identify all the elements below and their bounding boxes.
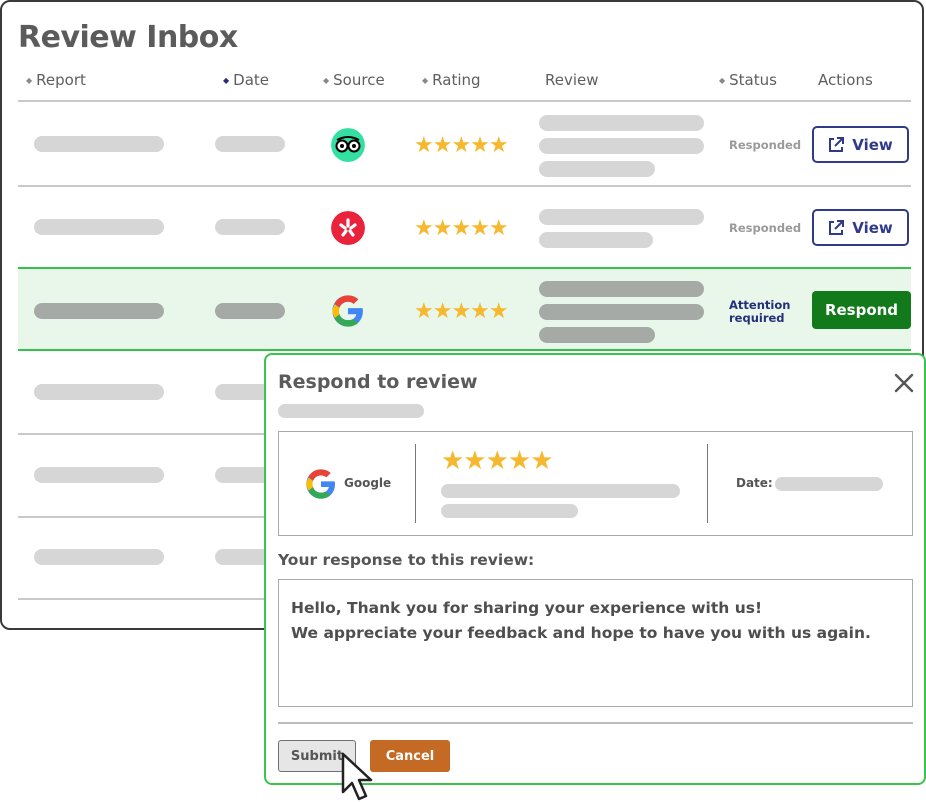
date-placeholder: [775, 477, 883, 491]
view-button[interactable]: View: [812, 209, 909, 246]
respond-button[interactable]: Respond: [812, 291, 911, 329]
tripadvisor-icon: [331, 128, 365, 162]
review-summary-card: Google ★★★★★ Date:: [278, 431, 913, 536]
report-placeholder: [34, 136, 164, 152]
report-placeholder: [34, 549, 164, 565]
sort-icon: ◆: [422, 76, 429, 85]
modal-title: Respond to review: [278, 371, 478, 393]
star-rating: ★★★★★: [414, 133, 509, 158]
date-placeholder: [215, 303, 285, 319]
review-placeholder: [539, 115, 704, 131]
google-icon: [306, 469, 335, 499]
subtitle-placeholder: [278, 404, 424, 418]
page-title: Review Inbox: [18, 20, 238, 55]
table-row: ★★★★★ Responded View: [18, 103, 911, 185]
report-placeholder: [34, 219, 164, 235]
response-textarea[interactable]: Hello, Thank you for sharing your experi…: [278, 579, 913, 707]
response-label: Your response to this review:: [278, 551, 535, 569]
respond-modal: Respond to review Google ★★★★★ Date: You…: [264, 353, 926, 785]
card-divider: [415, 444, 416, 523]
close-icon[interactable]: [892, 371, 916, 395]
review-placeholder: [441, 484, 680, 498]
review-placeholder: [539, 304, 704, 320]
header-divider: [18, 100, 911, 102]
report-placeholder: [34, 384, 164, 400]
yelp-icon: [331, 211, 365, 245]
review-placeholder: [539, 281, 704, 297]
sort-icon: ◆: [26, 76, 33, 85]
report-placeholder: [34, 467, 164, 483]
mouse-pointer-icon: [341, 752, 373, 801]
modal-divider: [278, 722, 913, 724]
status-badge: Responded: [729, 221, 802, 235]
sort-icon: ◆: [323, 76, 330, 85]
view-button[interactable]: View: [812, 126, 909, 163]
external-link-icon: [829, 219, 845, 235]
table-row-highlighted: ★★★★★ Attention required Respond: [18, 267, 911, 351]
review-placeholder: [539, 327, 655, 343]
date-placeholder: [215, 136, 285, 152]
external-link-icon: [829, 136, 845, 152]
date-placeholder: [215, 219, 285, 235]
sort-desc-icon: ◆: [223, 76, 230, 85]
sort-icon: ◆: [719, 76, 726, 85]
status-badge: Responded: [729, 138, 802, 152]
column-header-report[interactable]: ◆ Report: [26, 71, 86, 89]
review-placeholder: [539, 138, 704, 154]
review-placeholder: [539, 209, 704, 225]
google-icon: [332, 295, 363, 327]
review-placeholder: [539, 161, 655, 177]
source-name: Google: [344, 476, 392, 490]
review-placeholder: [539, 232, 653, 248]
table-row: ★★★★★ Responded View: [18, 186, 911, 268]
column-header-actions: Actions: [818, 71, 873, 89]
modal-star-rating: ★★★★★: [441, 446, 554, 476]
star-rating: ★★★★★: [414, 216, 509, 241]
column-header-rating[interactable]: ◆ Rating: [422, 71, 481, 89]
report-placeholder: [34, 303, 164, 319]
status-badge-attention: Attention required: [729, 298, 791, 325]
column-header-review: Review: [545, 71, 599, 89]
cancel-button[interactable]: Cancel: [370, 740, 450, 772]
card-divider: [707, 444, 708, 523]
column-header-status[interactable]: ◆ Status: [719, 71, 777, 89]
review-placeholder: [441, 504, 578, 518]
star-rating: ★★★★★: [414, 299, 509, 324]
date-label: Date:: [736, 476, 773, 490]
column-header-date[interactable]: ◆ Date: [223, 71, 269, 89]
column-header-source[interactable]: ◆ Source: [323, 71, 385, 89]
